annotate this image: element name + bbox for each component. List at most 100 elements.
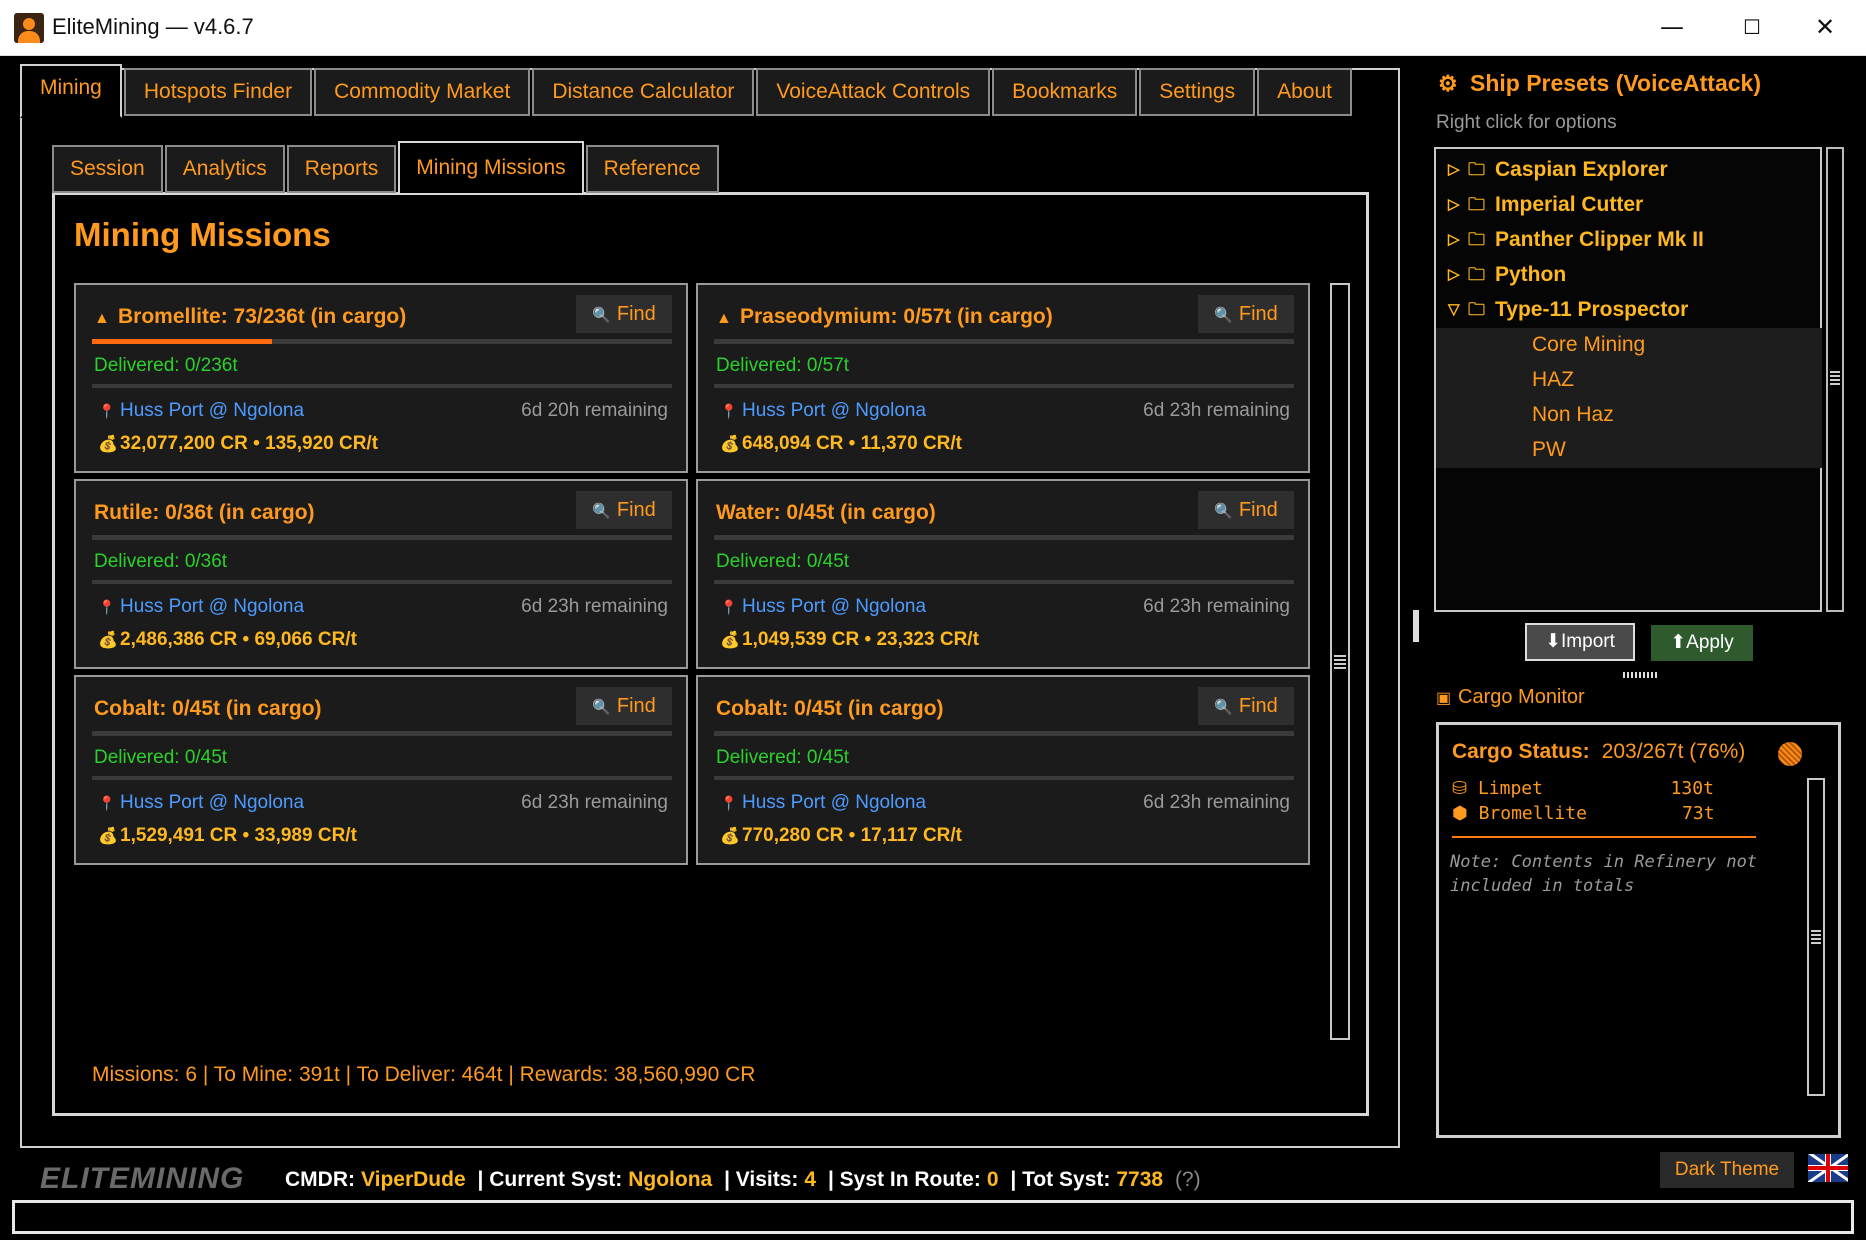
presets-tree[interactable]: ▷ 🗀 Caspian Explorer ▷ 🗀 Imperial Cutter ▷ 🗀 P… (1434, 147, 1822, 612)
mission-reward: 💰 1,529,491 CR • 33,989 CR/t (98, 825, 357, 846)
money-bag-icon: 💰 (98, 436, 118, 453)
mission-location[interactable]: 📍 Huss Port @ Ngolona (98, 400, 304, 422)
money-bag-icon: 💰 (720, 632, 740, 649)
help-link[interactable]: (?) (1175, 1168, 1201, 1191)
time-remaining: 6d 20h remaining (521, 400, 668, 421)
time-remaining: 6d 23h remaining (1143, 792, 1290, 813)
missions-scrollbar[interactable] (1330, 283, 1350, 1040)
theme-toggle-button[interactable]: Dark Theme (1660, 1152, 1794, 1188)
tree-folder-panther-clipper[interactable]: ▷ 🗀 Panther Clipper Mk II (1436, 223, 1822, 258)
tab-mining[interactable]: Mining (20, 64, 122, 118)
tree-preset-pw[interactable]: PW (1436, 433, 1822, 468)
cargo-fill-indicator-icon (1778, 742, 1802, 766)
cargo-progress-fill (92, 339, 272, 344)
elitemining-logo: ELITEMINING (40, 1162, 245, 1195)
find-button[interactable]: 🔍 Find (1198, 295, 1294, 333)
tree-preset-non-haz[interactable]: Non Haz (1436, 398, 1822, 433)
vertical-splitter-handle[interactable] (1623, 672, 1657, 678)
mission-card: ▲ Bromellite: 73/236t (in cargo) 🔍 Find Deli… (74, 283, 688, 473)
mission-title: ▲ Bromellite: 73/236t (in cargo) (94, 305, 407, 328)
tab-reference[interactable]: Reference (585, 145, 719, 193)
import-button[interactable]: ⬇Import (1525, 623, 1635, 661)
find-button[interactable]: 🔍 Find (576, 687, 672, 725)
search-icon: 🔍 (592, 307, 611, 324)
expand-arrow-icon[interactable]: ▷ (1448, 258, 1460, 292)
tab-commodity-market[interactable]: Commodity Market (314, 68, 531, 116)
find-button[interactable]: 🔍 Find (1198, 491, 1294, 529)
page-title: Mining Missions (74, 216, 331, 253)
tab-reports[interactable]: Reports (286, 145, 397, 193)
tree-folder-type-11-prospector[interactable]: ▽ 🗀 Type-11 Prospector (1436, 293, 1822, 328)
tree-folder-imperial-cutter[interactable]: ▷ 🗀 Imperial Cutter (1436, 188, 1822, 223)
tab-bookmarks[interactable]: Bookmarks (992, 68, 1138, 116)
search-icon: 🔍 (592, 699, 611, 716)
tab-distance-calculator[interactable]: Distance Calculator (532, 68, 755, 116)
cargo-progress-bar (714, 535, 1294, 540)
cargo-progress-bar (92, 339, 672, 344)
expand-arrow-icon[interactable]: ▷ (1448, 188, 1460, 222)
mission-reward: 💰 32,077,200 CR • 135,920 CR/t (98, 433, 379, 454)
search-icon: 🔍 (1214, 503, 1233, 520)
tab-about[interactable]: About (1257, 68, 1352, 116)
miner-icon: ▲ (94, 310, 110, 327)
cargo-progress-bar (92, 731, 672, 736)
gear-icon: ⚙ (1438, 71, 1458, 96)
minimize-button[interactable]: — (1632, 0, 1712, 56)
find-button[interactable]: 🔍 Find (576, 295, 672, 333)
cargo-status-value: 203/267t (76%) (1601, 740, 1746, 763)
money-bag-icon: 💰 (720, 828, 740, 845)
tree-folder-caspian-explorer[interactable]: ▷ 🗀 Caspian Explorer (1436, 153, 1822, 188)
maximize-button[interactable]: ☐ (1712, 0, 1792, 56)
search-icon: 🔍 (1214, 699, 1233, 716)
cargo-scrollbar[interactable] (1807, 778, 1825, 1096)
mission-location[interactable]: 📍 Huss Port @ Ngolona (720, 792, 926, 814)
sub-tab-bar: Session Analytics Reports Mining Mission… (52, 141, 721, 193)
panel-splitter-handle[interactable] (1413, 610, 1419, 642)
expand-arrow-icon[interactable]: ▷ (1448, 153, 1460, 187)
ship-presets-title: ⚙ Ship Presets (VoiceAttack) (1438, 70, 1761, 97)
delivered-status: Delivered: 0/57t (716, 355, 850, 376)
folder-icon: 🗀 (1468, 160, 1485, 179)
uk-flag-icon[interactable] (1808, 1154, 1848, 1182)
presets-hint: Right click for options (1436, 112, 1617, 133)
cargo-status: Cargo Status: 203/267t (76%) (1452, 740, 1745, 764)
route-count: 0 (986, 1168, 999, 1191)
time-remaining: 6d 23h remaining (1143, 400, 1290, 421)
time-remaining: 6d 23h remaining (521, 596, 668, 617)
limpet-icon: ⛁ (1452, 778, 1468, 799)
tree-folder-python[interactable]: ▷ 🗀 Python (1436, 258, 1822, 293)
tab-session[interactable]: Session (52, 145, 163, 193)
missions-summary: Missions: 6 | To Mine: 391t | To Deliver… (92, 1063, 756, 1086)
tab-settings[interactable]: Settings (1139, 68, 1256, 116)
tab-hotspots-finder[interactable]: Hotspots Finder (123, 68, 313, 116)
mission-location[interactable]: 📍 Huss Port @ Ngolona (98, 596, 304, 618)
tab-voiceattack-controls[interactable]: VoiceAttack Controls (756, 68, 991, 116)
collapse-arrow-icon[interactable]: ▽ (1448, 293, 1460, 327)
cargo-progress-bar (714, 339, 1294, 344)
mission-location[interactable]: 📍 Huss Port @ Ngolona (720, 596, 926, 618)
mission-location[interactable]: 📍 Huss Port @ Ngolona (98, 792, 304, 814)
apply-button[interactable]: ⬆Apply (1651, 625, 1753, 661)
find-button[interactable]: 🔍 Find (1198, 687, 1294, 725)
tab-mining-missions[interactable]: Mining Missions (398, 141, 584, 193)
mission-location[interactable]: 📍 Huss Port @ Ngolona (720, 400, 926, 422)
find-button[interactable]: 🔍 Find (576, 491, 672, 529)
mission-title: Cobalt: 0/45t (in cargo) (94, 697, 322, 720)
mission-card: ▲ Praseodymium: 0/57t (in cargo) 🔍 Find Deli… (696, 283, 1310, 473)
expand-arrow-icon[interactable]: ▷ (1448, 223, 1460, 257)
mission-card: Cobalt: 0/45t (in cargo) 🔍 Find Delivered: … (74, 675, 688, 865)
tree-preset-haz[interactable]: HAZ (1436, 363, 1822, 398)
location-pin-icon: 📍 (720, 403, 738, 419)
tree-preset-core-mining[interactable]: Core Mining (1436, 328, 1822, 363)
time-remaining: 6d 23h remaining (521, 792, 668, 813)
mission-reward: 💰 2,486,386 CR • 69,066 CR/t (98, 629, 357, 650)
miner-icon: ▲ (716, 310, 732, 327)
location-pin-icon: 📍 (720, 795, 738, 811)
mission-title: Water: 0/45t (in cargo) (716, 501, 936, 524)
cube-icon: ⬢ (1452, 803, 1468, 824)
close-button[interactable]: ✕ (1785, 0, 1865, 56)
presets-scrollbar[interactable] (1826, 147, 1844, 612)
tab-analytics[interactable]: Analytics (164, 145, 285, 193)
main-tab-bar: Mining Hotspots Finder Commodity Market … (20, 64, 1354, 118)
time-remaining: 6d 23h remaining (1143, 596, 1290, 617)
